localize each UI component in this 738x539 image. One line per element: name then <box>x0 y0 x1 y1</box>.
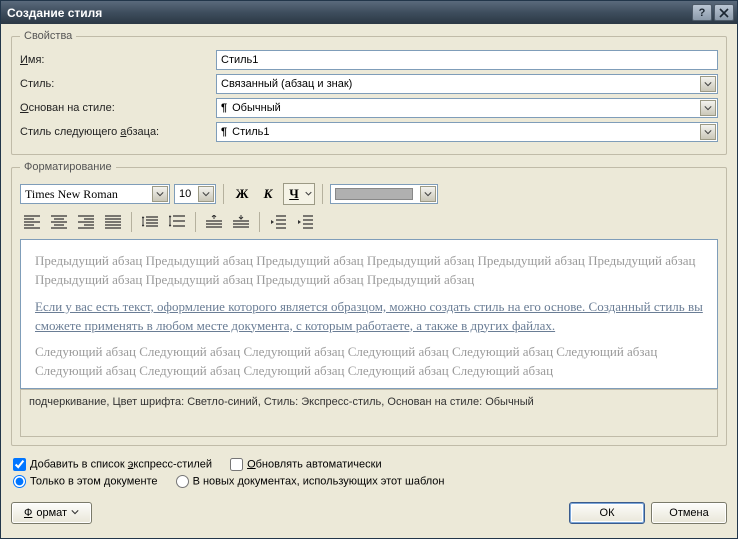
create-style-dialog: Создание стиля ? Свойства Имя: Стиль: Св… <box>0 0 738 539</box>
new-documents-radio[interactable]: В новых документах, использующих этот ша… <box>176 475 445 488</box>
dialog-footer: Формат ОК Отмена <box>11 498 727 524</box>
align-center-button[interactable] <box>47 211 71 233</box>
style-preview: Предыдущий абзац Предыдущий абзац Предыд… <box>20 239 718 389</box>
name-label: Имя: <box>20 54 210 66</box>
based-on-label: Основан на стиле: <box>20 102 210 114</box>
chevron-down-icon <box>700 100 716 116</box>
formatting-legend: Форматирование <box>20 161 116 173</box>
chevron-down-icon <box>700 76 716 92</box>
chevron-down-icon <box>305 190 312 197</box>
cancel-button[interactable]: Отмена <box>651 502 727 524</box>
line-spacing-single-button[interactable] <box>138 211 162 233</box>
properties-legend: Свойства <box>20 30 76 42</box>
chevron-down-icon <box>700 124 716 140</box>
properties-group: Свойства Имя: Стиль: Связанный (абзац и … <box>11 30 727 155</box>
font-size-combo[interactable]: 10 <box>174 184 216 204</box>
chevron-down-icon <box>198 186 214 202</box>
next-style-label: Стиль следующего абзаца: <box>20 126 210 138</box>
add-to-quick-styles-checkbox[interactable]: Добавить в список экспресс-стилей <box>13 458 212 471</box>
space-before-decrease-button[interactable] <box>229 211 253 233</box>
font-toolbar: Times New Roman 10 Ж К Ч <box>20 181 718 211</box>
style-type-combo[interactable]: Связанный (абзац и знак) <box>216 74 718 94</box>
separator <box>322 184 323 204</box>
chevron-down-icon <box>152 186 168 202</box>
style-type-value: Связанный (абзац и знак) <box>221 78 352 90</box>
preview-prev-para: Предыдущий абзац Предыдущий абзац Предыд… <box>35 252 703 290</box>
space-before-increase-button[interactable] <box>202 211 226 233</box>
separator <box>131 212 132 232</box>
color-swatch <box>335 188 413 200</box>
format-button[interactable]: Формат <box>11 502 92 524</box>
font-family-combo[interactable]: Times New Roman <box>20 184 170 204</box>
indent-increase-button[interactable] <box>293 211 317 233</box>
next-style-value: Стиль1 <box>232 126 269 138</box>
next-style-combo[interactable]: ¶ Стиль1 <box>216 122 718 142</box>
underline-button[interactable]: Ч <box>283 183 315 205</box>
formatting-group: Форматирование Times New Roman 10 Ж К Ч <box>11 161 727 446</box>
line-spacing-wide-button[interactable] <box>165 211 189 233</box>
auto-update-checkbox[interactable]: Обновлять автоматически <box>230 458 382 471</box>
paragraph-toolbar <box>20 211 718 239</box>
pilcrow-icon: ¶ <box>221 126 227 138</box>
name-input[interactable] <box>216 50 718 70</box>
chevron-down-icon <box>420 186 436 202</box>
only-this-document-radio[interactable]: Только в этом документе <box>13 475 158 488</box>
based-on-value: Обычный <box>232 102 281 114</box>
pilcrow-icon: ¶ <box>221 102 227 114</box>
italic-button[interactable]: К <box>257 183 279 205</box>
indent-decrease-button[interactable] <box>266 211 290 233</box>
style-description: подчеркивание, Цвет шрифта: Светло-синий… <box>20 389 718 437</box>
help-button[interactable]: ? <box>692 4 712 21</box>
align-left-button[interactable] <box>20 211 44 233</box>
preview-sample-text: Если у вас есть текст, оформление которо… <box>35 298 703 336</box>
based-on-combo[interactable]: ¶ Обычный <box>216 98 718 118</box>
font-color-combo[interactable] <box>330 184 438 204</box>
separator <box>195 212 196 232</box>
separator <box>223 184 224 204</box>
close-icon <box>719 8 729 18</box>
preview-next-para: Следующий абзац Следующий абзац Следующи… <box>35 343 703 381</box>
align-right-button[interactable] <box>74 211 98 233</box>
window-title: Создание стиля <box>7 6 690 20</box>
align-justify-button[interactable] <box>101 211 125 233</box>
titlebar[interactable]: Создание стиля ? <box>1 1 737 24</box>
ok-button[interactable]: ОК <box>569 502 645 524</box>
bold-button[interactable]: Ж <box>231 183 253 205</box>
style-type-label: Стиль: <box>20 78 210 90</box>
separator <box>259 212 260 232</box>
close-button[interactable] <box>714 4 734 21</box>
chevron-down-icon <box>71 507 79 519</box>
options-area: Добавить в список экспресс-стилей Обновл… <box>11 452 727 498</box>
